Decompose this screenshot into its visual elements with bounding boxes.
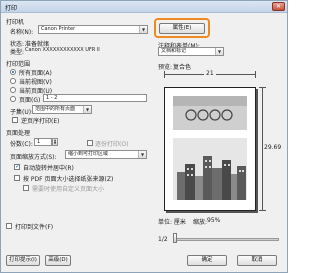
height-dimension-tick-bottom (259, 210, 266, 211)
height-dimension-line (262, 87, 263, 211)
subset-value: 范围中的所有页面 (35, 106, 76, 112)
printer-name-value: Canon Printer (41, 26, 76, 32)
page-preview-graphic (173, 96, 247, 200)
width-dimension-tick-left (164, 71, 165, 78)
auto-rotate-label: 自动旋转并居中(R) (23, 165, 74, 172)
preview-value: 复合色 (173, 64, 192, 71)
units-label: 单位: 厘米 (158, 219, 186, 226)
cancel-button[interactable]: 取消 (237, 255, 277, 266)
close-icon[interactable]: ✕ (272, 2, 285, 11)
print-tips-button[interactable]: 打印提示(I) (6, 255, 40, 266)
radio-all-pages[interactable] (10, 69, 16, 75)
copies-input[interactable]: 1 (34, 138, 52, 146)
advanced-button[interactable]: 高级(D) (45, 255, 71, 266)
collate-checkbox[interactable] (87, 140, 93, 146)
print-range-title: 打印范围 (6, 61, 31, 68)
annotations-value: 文档和标记 (161, 48, 187, 54)
radio-current-page[interactable] (10, 87, 16, 93)
copies-stepper[interactable]: ▲ ▼ (52, 138, 58, 146)
scaling-label: 页面缩放方式(S): (10, 154, 57, 161)
preview-label: 预览: (158, 64, 173, 71)
chevron-down-icon: ▼ (139, 26, 147, 33)
pdf-paper-source-label: 按 PDF 页面大小选择纸张来源(Z) (23, 176, 114, 183)
width-dimension-tick-right (255, 71, 256, 78)
properties-highlight (154, 18, 210, 38)
subset-label: 子集(U): (10, 109, 34, 116)
auto-rotate-checkbox[interactable] (14, 163, 20, 170)
radio-pages[interactable] (10, 96, 16, 102)
pages-range-input[interactable]: 1 - 2 (43, 94, 147, 102)
print-dialog: 打印 ✕ 打印机 名称(N): Canon Printer ▼ 属性(E) 状态… (0, 0, 288, 273)
radio-current-view[interactable] (10, 78, 16, 84)
zoom-label: 缩放: (193, 219, 208, 226)
printer-name-label: 名称(N): (10, 29, 34, 36)
copies-label: 份数(C): (10, 141, 33, 148)
ok-button[interactable]: 确定 (187, 255, 227, 266)
print-to-file-label: 打印到文件(F) (15, 224, 54, 231)
annotations-select[interactable]: 文档和标记 ▼ (158, 47, 224, 56)
page-indicator: 1/2 (158, 236, 168, 243)
pdf-paper-source-checkbox[interactable] (14, 175, 20, 181)
custom-paper-label: 需要时使用自定义页面大小 (32, 186, 105, 193)
chevron-down-icon: ▼ (83, 106, 91, 113)
radio-current-view-label: 当前视图(V) (19, 79, 52, 86)
scaling-select[interactable]: 缩小到可打印区域 ▼ (65, 150, 147, 159)
collate-label: 逐份打印(O) (95, 141, 129, 148)
page-slider-thumb[interactable] (173, 233, 177, 243)
preview-header-strip (173, 96, 247, 106)
custom-paper-checkbox[interactable] (23, 185, 29, 191)
reverse-pages-checkbox[interactable] (12, 117, 18, 123)
print-to-file-checkbox[interactable] (6, 223, 12, 229)
page-preview (164, 87, 256, 211)
scaling-value: 缩小到可打印区域 (68, 151, 109, 157)
printer-name-select[interactable]: Canon Printer ▼ (38, 25, 148, 34)
radio-all-pages-label: 所有页面(A) (19, 70, 52, 77)
type-value: Canon XXXXXXXXXXXX UFR II (25, 47, 100, 53)
radio-pages-label: 页面(G) (19, 97, 41, 104)
type-label: 类型: (10, 49, 25, 56)
printer-section-title: 打印机 (6, 19, 25, 26)
chevron-down-icon: ▼ (138, 151, 146, 158)
height-dimension-tick-top (259, 87, 266, 88)
page-handling-title: 页面处理 (6, 130, 31, 137)
page-slider-track[interactable] (173, 238, 279, 241)
subset-select[interactable]: 范围中的所有页面 ▼ (32, 105, 92, 114)
zoom-value: 95% (207, 217, 221, 224)
chevron-down-icon: ▼ (215, 48, 223, 55)
reverse-pages-label: 逆页序打印(E) (21, 118, 60, 125)
height-value: 29.69 (264, 144, 282, 151)
width-value: 21 (204, 70, 216, 77)
window-title: 打印 (5, 5, 18, 12)
title-bar: 打印 ✕ (1, 1, 287, 13)
